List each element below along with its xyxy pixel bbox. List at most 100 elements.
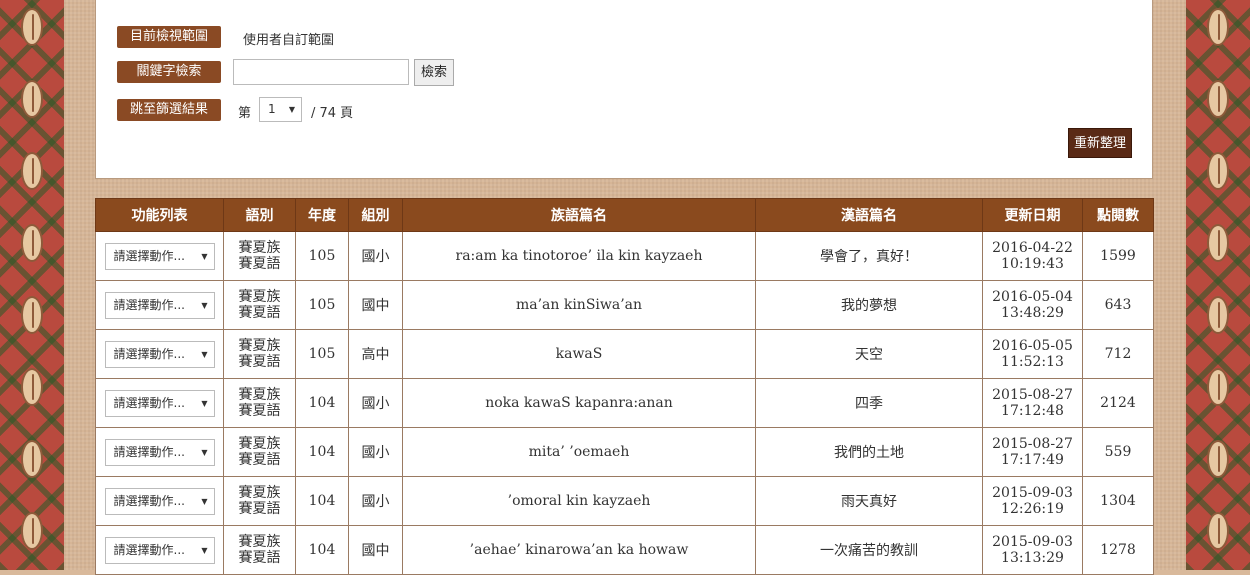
- bean-pattern-icon: [1207, 512, 1229, 550]
- ethnic-group: 賽夏族: [238, 485, 281, 501]
- keyword-input[interactable]: [233, 59, 409, 85]
- bean-pattern-icon: [21, 8, 43, 46]
- dropdown-arrow-icon: ▼: [201, 251, 208, 261]
- native-title-cell: ma’an kinSiwa’an: [402, 280, 756, 330]
- language-cell: 賽夏族 賽夏語: [223, 329, 296, 379]
- date: 2015-09-03: [992, 534, 1073, 550]
- views-cell: 1304: [1082, 476, 1154, 526]
- ethnic-group: 賽夏族: [238, 387, 281, 403]
- dropdown-arrow-icon: ▼: [201, 300, 208, 310]
- dropdown-arrow-icon: ▼: [288, 105, 295, 114]
- language-name: 賽夏語: [238, 550, 281, 566]
- year-cell: 104: [295, 476, 349, 526]
- time: 13:48:29: [1001, 305, 1064, 321]
- bean-pattern-icon: [1207, 80, 1229, 118]
- time: 12:26:19: [1001, 501, 1064, 517]
- action-cell: 請選擇動作... ▼: [95, 280, 224, 330]
- year-cell: 105: [295, 329, 349, 379]
- ethnic-group: 賽夏族: [238, 289, 281, 305]
- bean-pattern-icon: [21, 224, 43, 262]
- table-header-row: 功能列表 語別 年度 組別 族語篇名 漢語篇名 更新日期 點閱數: [95, 198, 1154, 232]
- language-cell: 賽夏族 賽夏語: [223, 378, 296, 428]
- language-name: 賽夏語: [238, 452, 281, 468]
- bean-pattern-icon: [1207, 296, 1229, 334]
- decorative-border-left: [0, 0, 64, 570]
- table-row: 請選擇動作... ▼ 賽夏族 賽夏語 105 國小 ra:am ka tinotor…: [95, 231, 1154, 281]
- header-actions: 功能列表: [95, 198, 224, 232]
- date: 2015-09-03: [992, 485, 1073, 501]
- search-button[interactable]: 檢索: [414, 59, 454, 86]
- bean-pattern-icon: [21, 152, 43, 190]
- action-cell: 請選擇動作... ▼: [95, 476, 224, 526]
- action-select-value: 請選擇動作...: [113, 493, 185, 508]
- action-select[interactable]: 請選擇動作... ▼: [104, 291, 215, 319]
- action-cell: 請選擇動作... ▼: [95, 427, 224, 477]
- bean-pattern-icon: [1207, 8, 1229, 46]
- native-title-cell: ’omoral kin kayzaeh: [402, 476, 756, 526]
- language-name: 賽夏語: [238, 501, 281, 517]
- action-cell: 請選擇動作... ▼: [95, 329, 224, 379]
- time: 11:52:13: [1001, 354, 1064, 370]
- chinese-title-cell: 四季: [755, 378, 983, 428]
- date: 2015-08-27: [992, 387, 1073, 403]
- bean-pattern-icon: [1207, 440, 1229, 478]
- bean-pattern-icon: [21, 296, 43, 334]
- action-select[interactable]: 請選擇動作... ▼: [104, 242, 215, 270]
- dropdown-arrow-icon: ▼: [201, 349, 208, 359]
- date: 2016-05-04: [992, 289, 1073, 305]
- page-select[interactable]: 1 ▼: [259, 97, 302, 122]
- action-select-value: 請選擇動作...: [113, 248, 185, 263]
- native-title-cell: noka kawaS kapanra:anan: [402, 378, 756, 428]
- language-cell: 賽夏族 賽夏語: [223, 231, 296, 281]
- filter-panel: 目前檢視範圍 使用者自訂範圍 關鍵字檢索 檢索 跳至篩選結果 第 1 ▼ / 7…: [95, 0, 1153, 179]
- action-cell: 請選擇動作... ▼: [95, 378, 224, 428]
- native-title-cell: mita’ ’oemaeh: [402, 427, 756, 477]
- bean-pattern-icon: [1207, 368, 1229, 406]
- table-row: 請選擇動作... ▼ 賽夏族 賽夏語 105 國中 ma’an kinSiwa’an…: [95, 280, 1154, 330]
- page-prefix: 第: [238, 106, 252, 121]
- table-row: 請選擇動作... ▼ 賽夏族 賽夏語 104 國小 ’omoral kin kayz…: [95, 476, 1154, 526]
- views-cell: 643: [1082, 280, 1154, 330]
- action-select[interactable]: 請選擇動作... ▼: [104, 438, 215, 466]
- native-title-cell: kawaS: [402, 329, 756, 379]
- header-update-date: 更新日期: [982, 198, 1083, 232]
- time: 13:13:29: [1001, 550, 1064, 566]
- header-views: 點閱數: [1082, 198, 1154, 232]
- bean-pattern-icon: [21, 368, 43, 406]
- reorganize-button[interactable]: 重新整理: [1068, 128, 1132, 158]
- header-language: 語別: [223, 198, 296, 232]
- keyword-label: 關鍵字檢索: [117, 61, 221, 83]
- chinese-title-cell: 我的夢想: [755, 280, 983, 330]
- table-row: 請選擇動作... ▼ 賽夏族 賽夏語 104 國中 ’aehae’ kinarowa…: [95, 525, 1154, 575]
- action-select[interactable]: 請選擇動作... ▼: [104, 536, 215, 564]
- header-chinese-title: 漢語篇名: [755, 198, 983, 232]
- date-cell: 2015-08-27 17:17:49: [982, 427, 1083, 477]
- decorative-border-right: [1186, 0, 1250, 570]
- group-cell: 國中: [348, 280, 403, 330]
- group-cell: 國小: [348, 476, 403, 526]
- action-select[interactable]: 請選擇動作... ▼: [104, 487, 215, 515]
- chinese-title-cell: 我們的土地: [755, 427, 983, 477]
- native-title-cell: ra:am ka tinotoroe’ ila kin kayzaeh: [402, 231, 756, 281]
- bean-pattern-icon: [21, 512, 43, 550]
- chinese-title-cell: 學會了，真好！: [755, 231, 983, 281]
- language-cell: 賽夏族 賽夏語: [223, 280, 296, 330]
- date-cell: 2015-08-27 17:12:48: [982, 378, 1083, 428]
- date-cell: 2015-09-03 12:26:19: [982, 476, 1083, 526]
- jump-to-results-label: 跳至篩選結果: [117, 99, 221, 121]
- views-cell: 1278: [1082, 525, 1154, 575]
- date: 2016-05-05: [992, 338, 1073, 354]
- chinese-title-cell: 雨天真好: [755, 476, 983, 526]
- action-cell: 請選擇動作... ▼: [95, 525, 224, 575]
- table-row: 請選擇動作... ▼ 賽夏族 賽夏語 104 國小 noka kawaS kapan…: [95, 378, 1154, 428]
- language-name: 賽夏語: [238, 354, 281, 370]
- ethnic-group: 賽夏族: [238, 534, 281, 550]
- action-select[interactable]: 請選擇動作... ▼: [104, 340, 215, 368]
- results-table: 功能列表 語別 年度 組別 族語篇名 漢語篇名 更新日期 點閱數 請選擇動作..…: [95, 198, 1154, 575]
- year-cell: 104: [295, 427, 349, 477]
- action-select[interactable]: 請選擇動作... ▼: [104, 389, 215, 417]
- bean-pattern-icon: [21, 80, 43, 118]
- group-cell: 國中: [348, 525, 403, 575]
- ethnic-group: 賽夏族: [238, 436, 281, 452]
- views-cell: 559: [1082, 427, 1154, 477]
